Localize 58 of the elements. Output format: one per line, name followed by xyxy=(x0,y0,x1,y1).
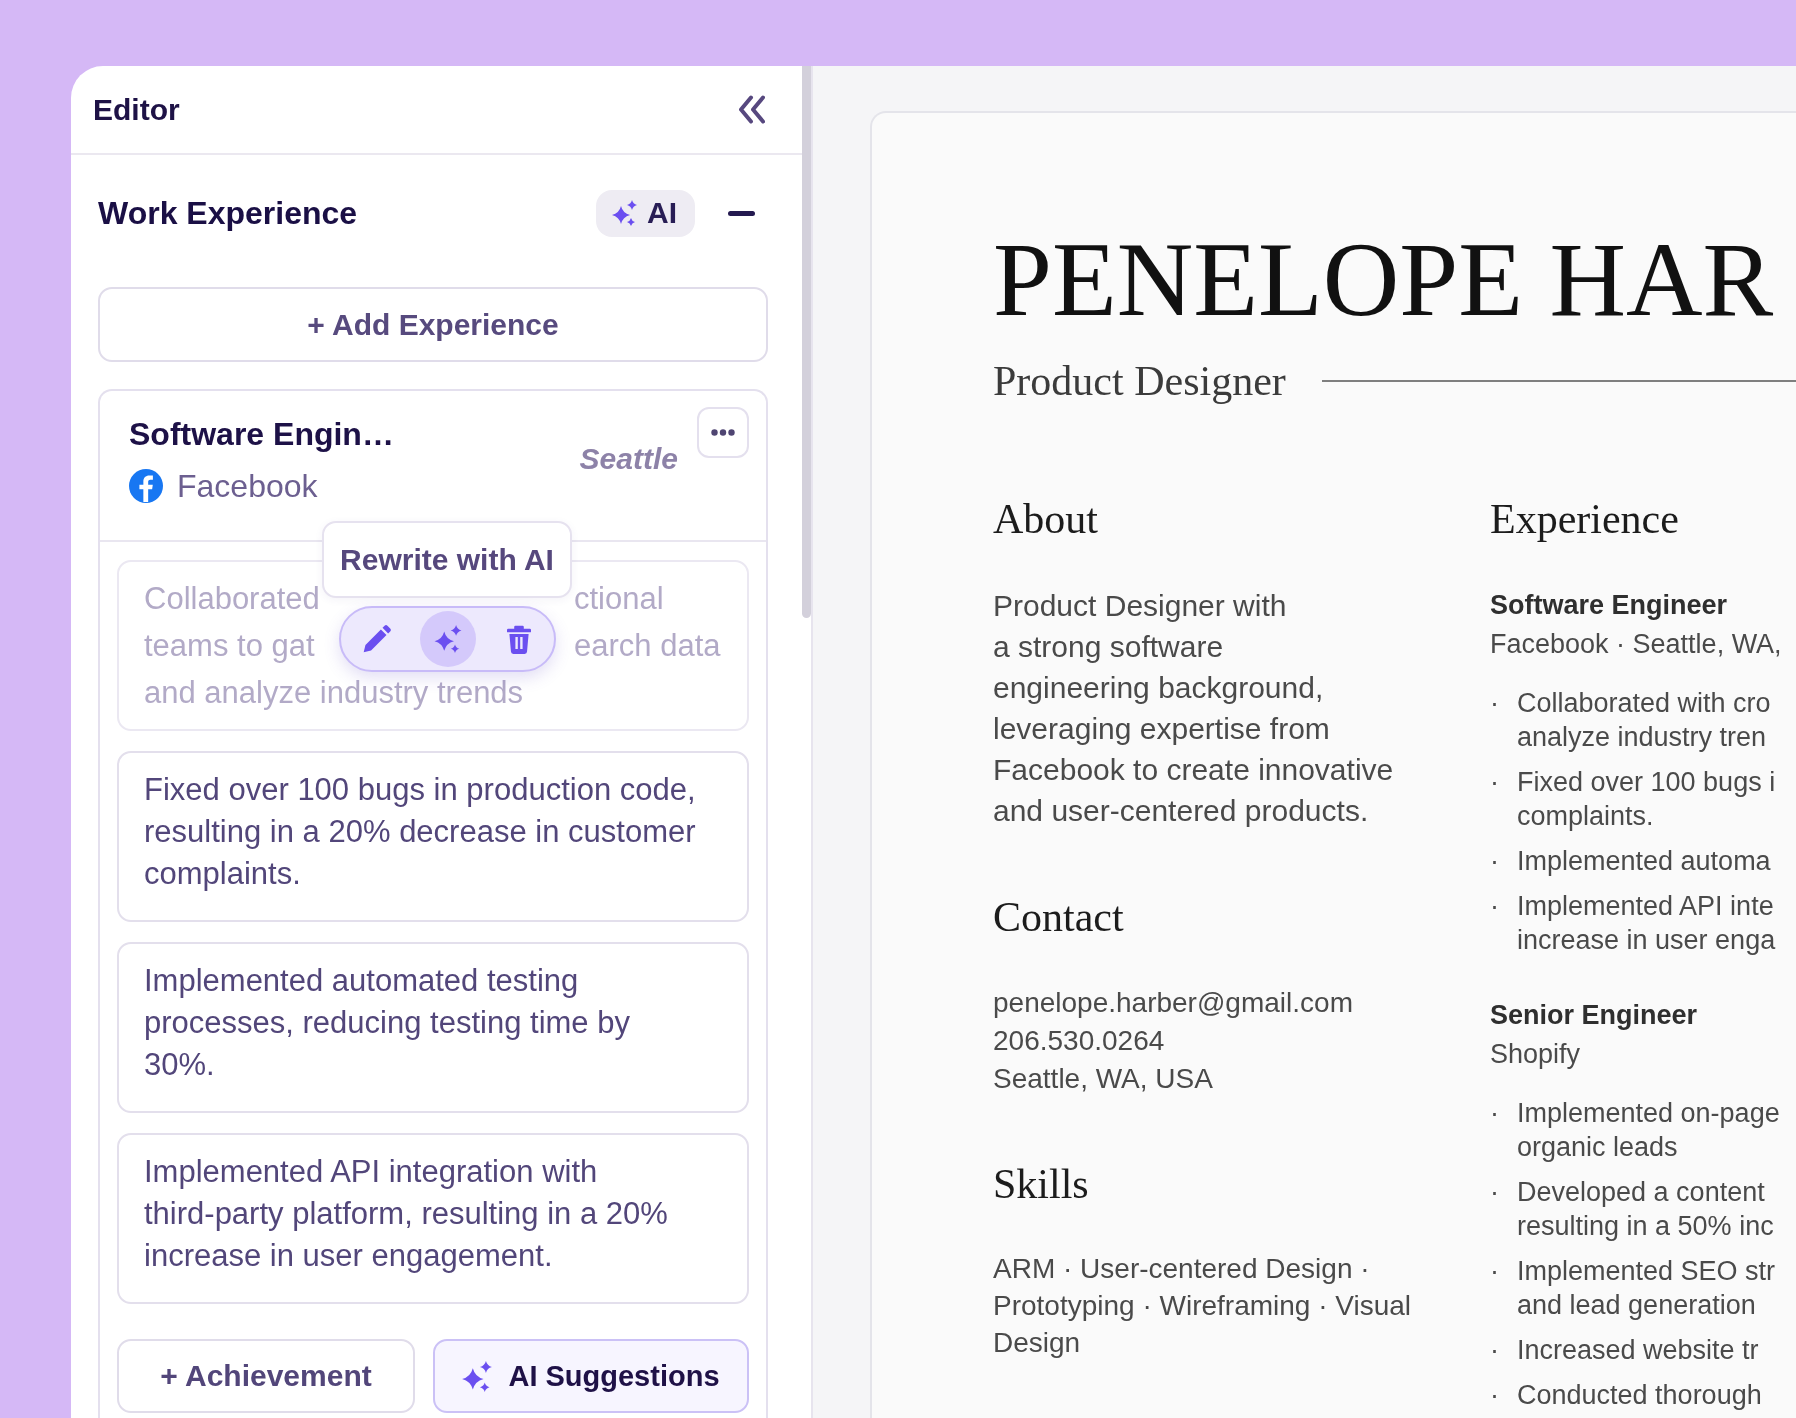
ai-button[interactable]: AI xyxy=(596,189,695,237)
bullet-marker: · xyxy=(1490,1379,1499,1412)
trash-icon xyxy=(506,624,531,654)
chevrons-left-icon[interactable] xyxy=(738,95,765,124)
company-text: Facebook · Seattle, WA, xyxy=(1490,628,1783,661)
pencil-icon xyxy=(362,625,391,653)
sparkle-icon xyxy=(433,625,462,653)
skills-text: ARM · User-centered Design · Prototyping · Wireframing · Visual Design xyxy=(993,1252,1413,1360)
bullet-marker: · xyxy=(1490,1176,1499,1209)
rewrite-button[interactable] xyxy=(419,611,476,667)
contact-text: Seattle, WA, USA xyxy=(993,1062,1214,1096)
bullet-text: Implemented on-page organic leads xyxy=(1517,1097,1780,1164)
bullet-marker: · xyxy=(1490,845,1499,878)
tooltip: Rewrite with AI xyxy=(322,521,572,598)
company-name: Facebook xyxy=(177,467,318,506)
bullet-text: Conducted thorough xyxy=(1517,1379,1762,1412)
section-heading: About xyxy=(993,495,1099,544)
ai-suggestions-button[interactable]: AI Suggestions xyxy=(433,1339,749,1413)
company-text: Shopify xyxy=(1490,1038,1582,1071)
sparkle-icon xyxy=(612,200,637,226)
job-title: Senior Engineer xyxy=(1490,999,1699,1032)
job-title: Software Engin… xyxy=(129,415,395,454)
bullet-marker: · xyxy=(1490,766,1499,799)
bullet-text: Implemented SEO str and lead generation xyxy=(1517,1255,1776,1322)
more-icon xyxy=(711,429,735,436)
minus-icon[interactable] xyxy=(728,210,755,216)
scrollbar-thumb[interactable] xyxy=(802,66,811,618)
bullet-text: Implemented API inte increase in user enga xyxy=(1517,890,1776,957)
location-text: Seattle xyxy=(579,441,678,477)
add-experience-button[interactable]: + Add Experience xyxy=(98,287,768,362)
section-heading: Contact xyxy=(993,893,1125,942)
panel-title: Editor xyxy=(93,92,180,127)
job-title: Software Engineer xyxy=(1490,589,1729,622)
bullet-marker: · xyxy=(1490,687,1499,720)
about-text: Product Designer with a strong software engineering background, leveraging expertise from Facebook to create innovative and user-centered products. xyxy=(993,588,1395,829)
bullet-text: Fixed over 100 bugs i complaints. xyxy=(1517,766,1776,833)
section-title: Work Experience xyxy=(98,194,359,232)
bullet-marker: · xyxy=(1490,1097,1499,1130)
candidate-name: PENELOPE HAR xyxy=(993,221,1775,339)
contact-text: 206.530.0264 xyxy=(993,1024,1166,1058)
bullet-text: Increased website tr xyxy=(1517,1334,1759,1367)
achievement-field[interactable]: Fixed over 100 bugs in production code, resulting in a 20% decrease in customer complaints. xyxy=(117,751,749,922)
achievement-field[interactable]: Implemented automated testing processes, reducing testing time by 30%. xyxy=(117,942,749,1113)
role-title: Product Designer xyxy=(993,357,1286,406)
company-logo-icon xyxy=(129,469,163,503)
contact-text: penelope.harber@gmail.com xyxy=(993,986,1354,1020)
bullet-marker: · xyxy=(1490,1255,1499,1288)
bullet-text: Collaborated with cro analyze industry tren xyxy=(1517,687,1771,754)
section-heading: Skills xyxy=(993,1160,1090,1209)
more-button[interactable] xyxy=(697,407,749,458)
add-achievement-button[interactable]: + Achievement xyxy=(117,1339,415,1413)
achievement-field[interactable]: Implemented API integration with third-party platform, resulting in a 20% increase in user engagement. xyxy=(117,1133,749,1304)
section-heading: Experience xyxy=(1490,495,1680,544)
bullet-text: Developed a content resulting in a 50% inc xyxy=(1517,1176,1774,1243)
bullet-marker: · xyxy=(1490,1334,1499,1367)
sparkle-icon xyxy=(462,1360,493,1392)
bullet-text: Implemented automa xyxy=(1517,845,1771,878)
bullet-marker: · xyxy=(1490,890,1499,923)
